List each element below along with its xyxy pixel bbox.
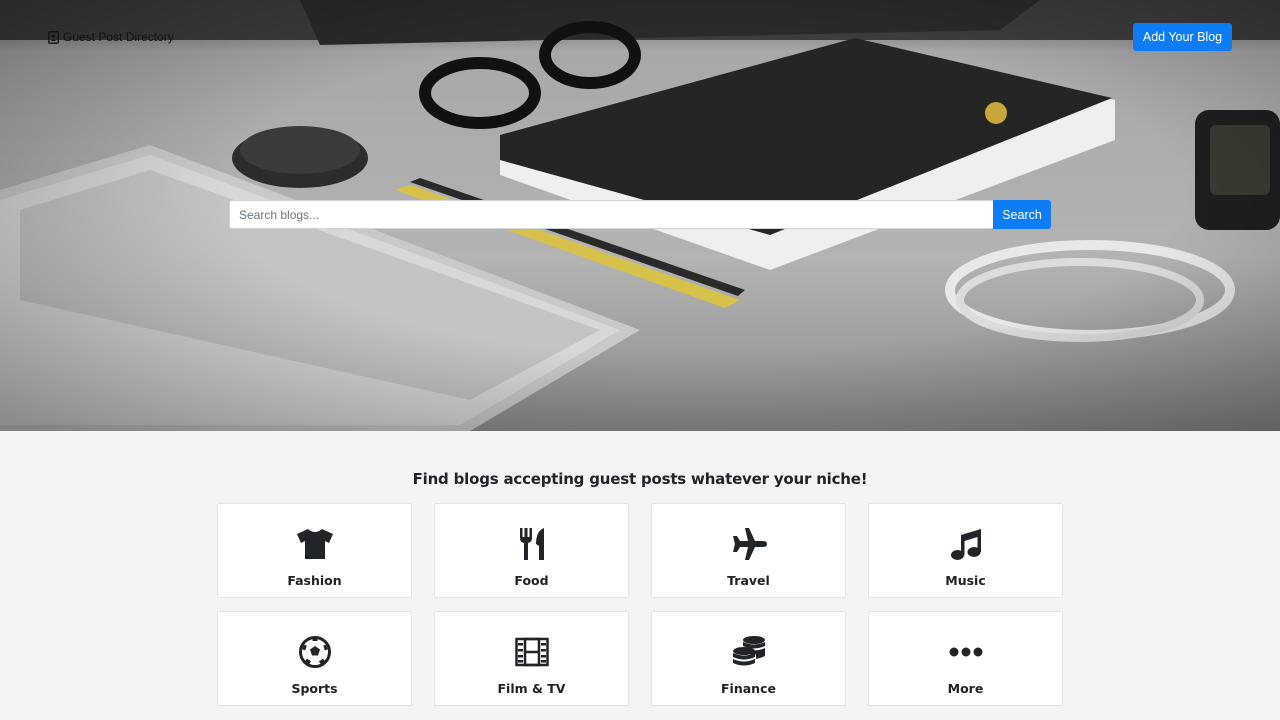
category-card-film-tv[interactable]: Film & TV [434,611,629,706]
category-card-finance[interactable]: Finance [651,611,846,706]
utensils-icon [519,528,544,560]
category-label: Music [945,573,986,588]
coins-icon [732,636,765,666]
category-label: Film & TV [497,681,566,696]
category-card-sports[interactable]: Sports [217,611,412,706]
category-label: Sports [291,681,338,696]
music-note-icon [950,529,981,560]
brand-label: Guest Post Directory [63,30,174,44]
plane-icon [732,528,767,560]
category-card-fashion[interactable]: Fashion [217,503,412,598]
film-icon [514,637,549,667]
category-card-food[interactable]: Food [434,503,629,598]
search-input[interactable] [229,200,993,229]
category-grid: Fashion Food Travel Music Sports Film & … [217,503,1063,706]
search-button[interactable]: Search [993,200,1051,229]
category-card-music[interactable]: Music [868,503,1063,598]
category-label: Fashion [287,573,342,588]
category-card-travel[interactable]: Travel [651,503,846,598]
hero-banner: Guest Post Directory Add Your Blog Searc… [0,0,1280,431]
address-book-icon [48,30,59,44]
tshirt-icon [296,529,333,559]
category-label: More [947,681,984,696]
ellipsis-icon [949,647,982,657]
soccer-ball-icon [298,636,331,668]
add-your-blog-button[interactable]: Add Your Blog [1133,23,1232,51]
search-form: Search [229,200,1051,229]
category-label: Finance [721,681,776,696]
category-label: Travel [727,573,770,588]
category-label: Food [514,573,549,588]
categories-heading: Find blogs accepting guest posts whateve… [412,470,868,488]
category-card-more[interactable]: More [868,611,1063,706]
brand-link[interactable]: Guest Post Directory [48,30,174,44]
